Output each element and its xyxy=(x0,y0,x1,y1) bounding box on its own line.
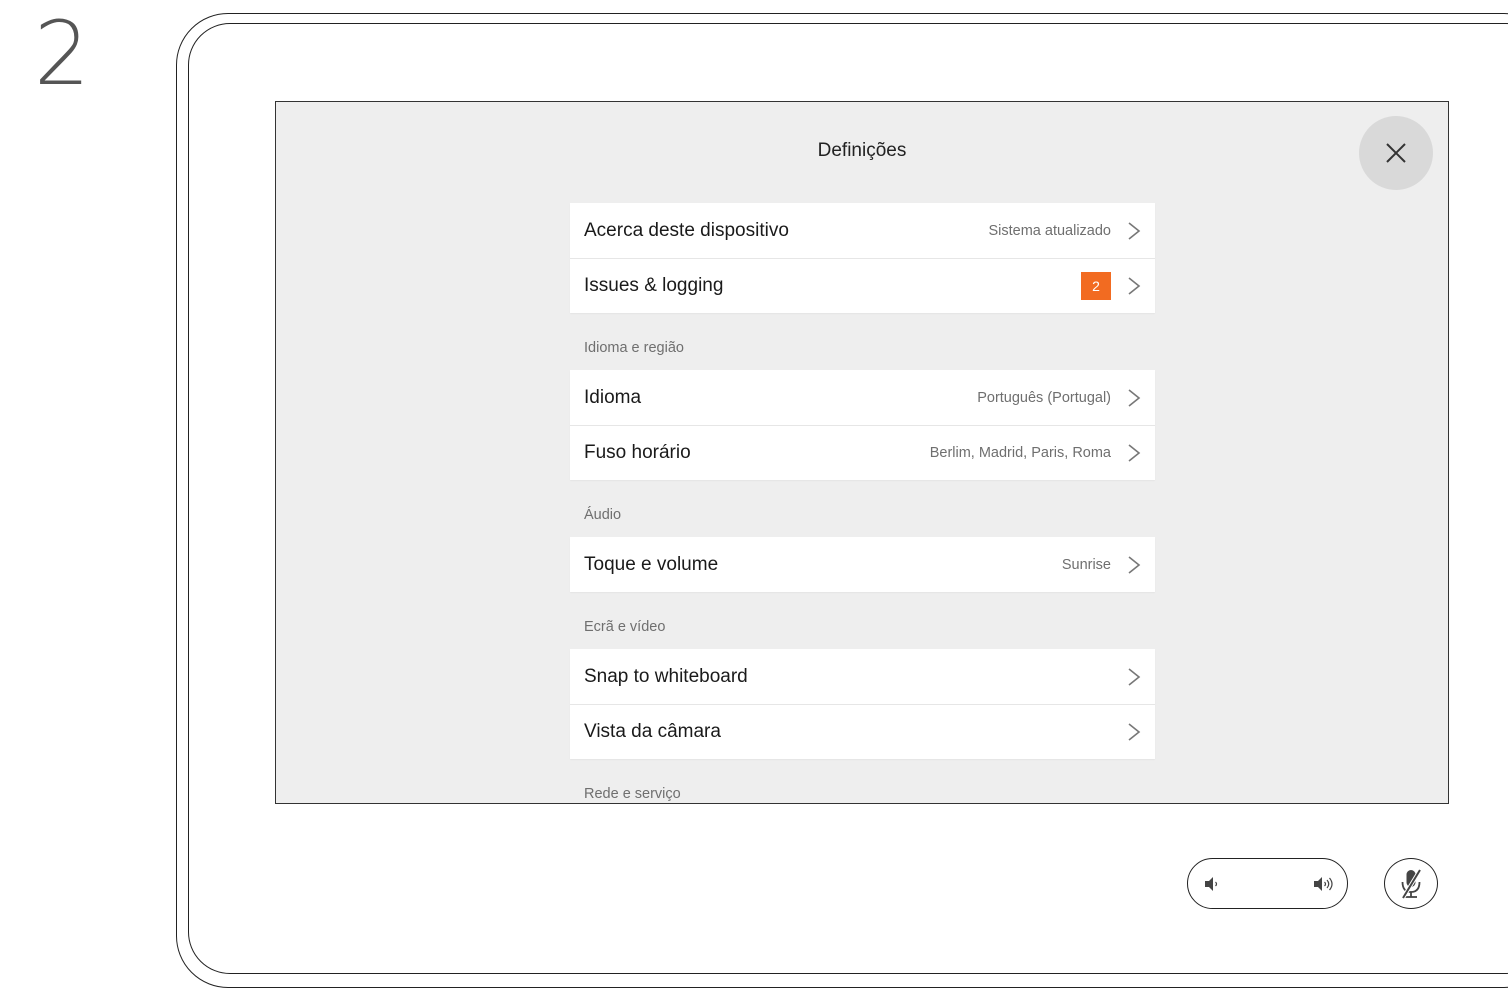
chevron-right-icon xyxy=(1128,723,1141,741)
volume-down-icon[interactable] xyxy=(1202,874,1222,894)
row-value: Sunrise xyxy=(1061,556,1111,573)
row-issues-logging[interactable]: Issues & logging 2 xyxy=(570,258,1155,313)
settings-list: Acerca deste dispositivo Sistema atualiz… xyxy=(570,203,1155,803)
row-value: Sistema atualizado xyxy=(988,222,1111,239)
row-label: Acerca deste dispositivo xyxy=(584,219,789,241)
volume-control xyxy=(1187,858,1348,909)
screen-title: Definições xyxy=(817,140,907,161)
row-label: Issues & logging xyxy=(584,275,724,296)
step-number: 2 xyxy=(34,2,90,105)
settings-group-audio: Toque e volume Sunrise xyxy=(570,537,1155,592)
row-timezone[interactable]: Fuso horário Berlim, Madrid, Paris, Roma xyxy=(570,425,1155,480)
settings-group-device: Acerca deste dispositivo Sistema atualiz… xyxy=(570,203,1155,313)
section-header-network-service: Rede e serviço xyxy=(584,786,681,802)
row-label: Toque e volume xyxy=(584,553,719,575)
row-label: Idioma xyxy=(584,386,642,408)
close-button[interactable] xyxy=(1359,116,1433,190)
row-label: Vista da câmara xyxy=(584,721,721,742)
row-language[interactable]: Idioma Português (Portugal) xyxy=(570,370,1155,425)
chevron-right-icon xyxy=(1128,221,1141,240)
row-about-device[interactable]: Acerca deste dispositivo Sistema atualiz… xyxy=(570,203,1155,258)
section-header-language-region: Idioma e região xyxy=(584,340,684,356)
settings-group-display-video: Snap to whiteboard Vista da câmara xyxy=(570,649,1155,759)
chevron-right-icon xyxy=(1128,667,1141,686)
row-snap-to-whiteboard[interactable]: Snap to whiteboard xyxy=(570,649,1155,704)
row-value: Berlim, Madrid, Paris, Roma xyxy=(929,445,1111,461)
row-label: Snap to whiteboard xyxy=(584,665,748,687)
mute-microphone-button[interactable] xyxy=(1384,858,1438,909)
chevron-right-icon xyxy=(1128,444,1141,462)
chevron-right-icon xyxy=(1128,388,1141,407)
volume-up-icon[interactable] xyxy=(1312,874,1336,894)
settings-group-language-region: Idioma Português (Portugal) Fuso horário… xyxy=(570,370,1155,480)
row-value: Português (Portugal) xyxy=(977,389,1111,406)
section-header-audio: Áudio xyxy=(584,507,622,523)
row-ringtone-volume[interactable]: Toque e volume Sunrise xyxy=(570,537,1155,592)
close-icon xyxy=(1386,143,1406,163)
settings-screen: Definições Acerca deste dispositivo Sist… xyxy=(275,101,1449,804)
microphone-muted-icon xyxy=(1401,868,1422,899)
chevron-right-icon xyxy=(1128,555,1141,574)
issues-count-badge: 2 xyxy=(1081,272,1111,300)
chevron-right-icon xyxy=(1128,277,1141,295)
section-header-display-video: Ecrã e vídeo xyxy=(584,619,666,635)
row-camera-view[interactable]: Vista da câmara xyxy=(570,704,1155,759)
row-label: Fuso horário xyxy=(584,442,691,463)
